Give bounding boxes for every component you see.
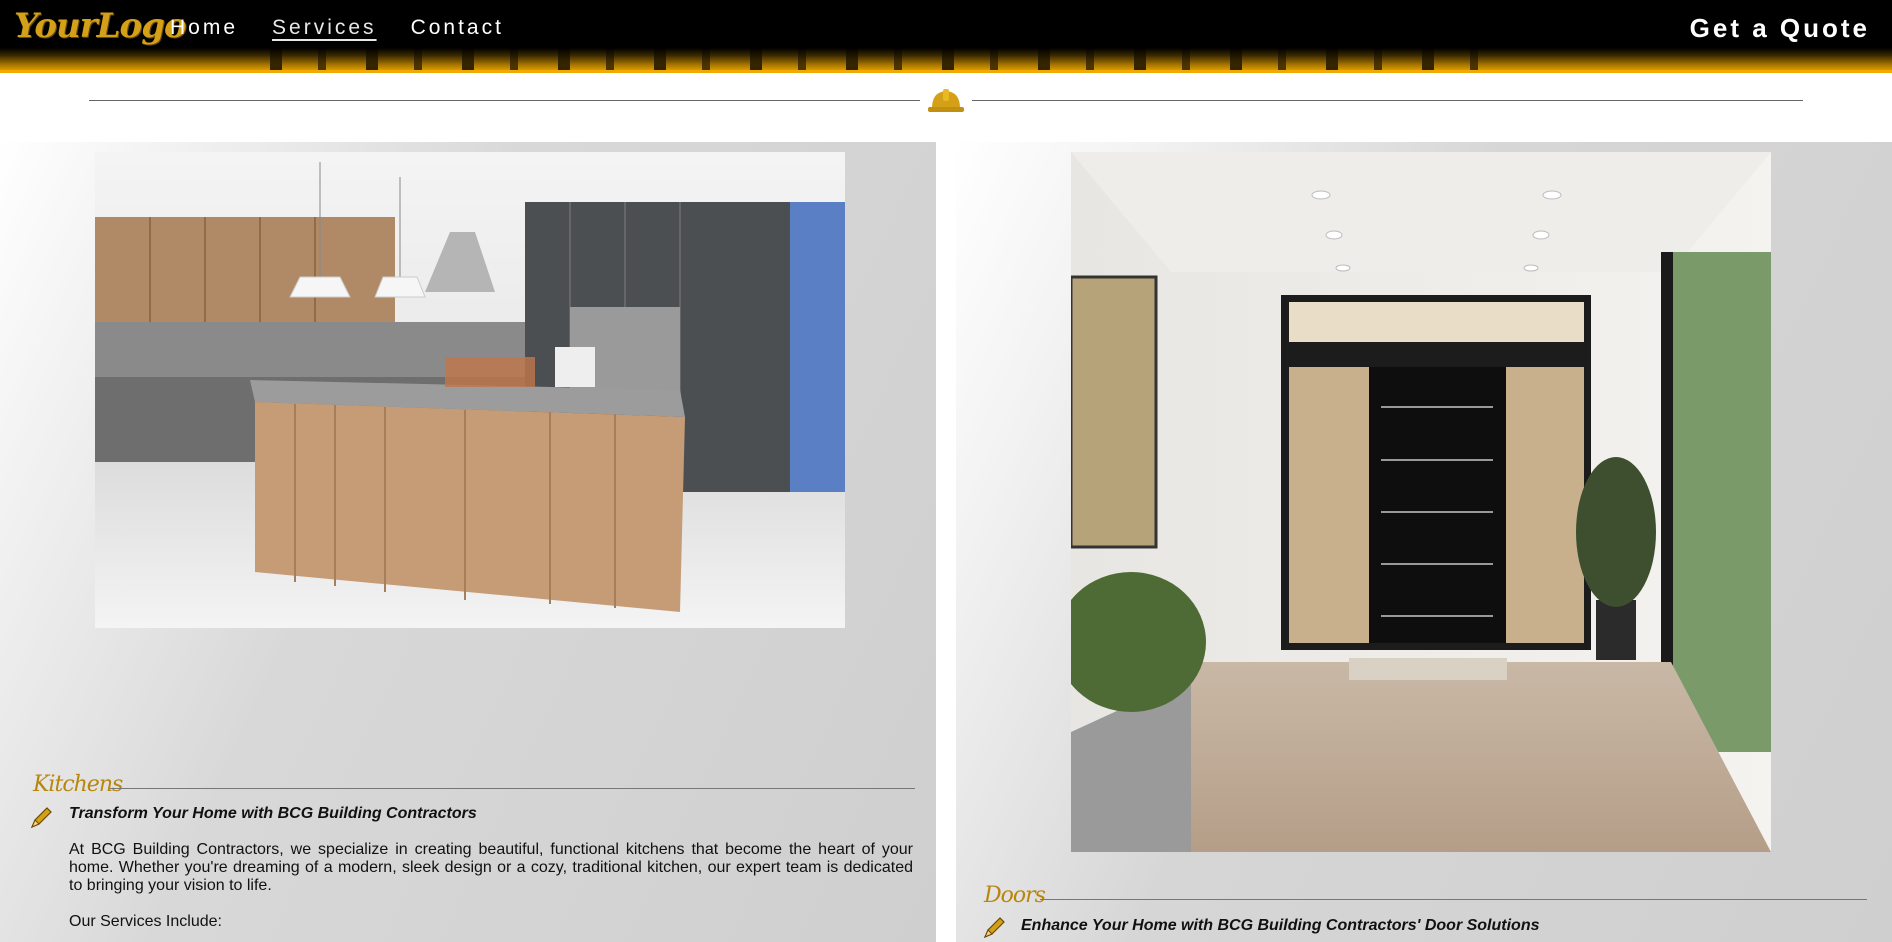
door-photo [1071,152,1771,852]
logo[interactable]: YourLogo [14,6,187,46]
divider-line-right [972,100,1803,101]
kitchens-section-line [110,788,915,789]
site-header: YourLogo Home Services Contact Get a Quo… [0,0,1892,73]
get-quote-button[interactable]: Get a Quote [1690,13,1870,44]
doors-headline: Enhance Your Home with BCG Building Cont… [1021,917,1540,934]
pencil-icon [983,917,1005,939]
kitchens-paragraph: At BCG Building Contractors, we speciali… [69,841,913,894]
doors-section-label: Doors [984,883,1046,908]
pencil-icon [30,807,52,829]
kitchen-photo [95,152,845,628]
header-banner-graphic [230,40,1510,73]
main-nav: Home Services Contact [170,16,504,40]
divider-line-left [89,100,920,101]
nav-contact[interactable]: Contact [411,16,504,40]
hard-hat-icon [928,89,964,112]
kitchens-services-intro: Our Services Include: [69,913,222,930]
header-accent-bar [0,70,1892,73]
nav-home[interactable]: Home [170,16,238,40]
kitchens-headline: Transform Your Home with BCG Building Co… [69,805,477,822]
doors-section-line [1040,899,1867,900]
kitchens-section-label: Kitchens [33,772,123,797]
nav-services[interactable]: Services [272,16,377,40]
